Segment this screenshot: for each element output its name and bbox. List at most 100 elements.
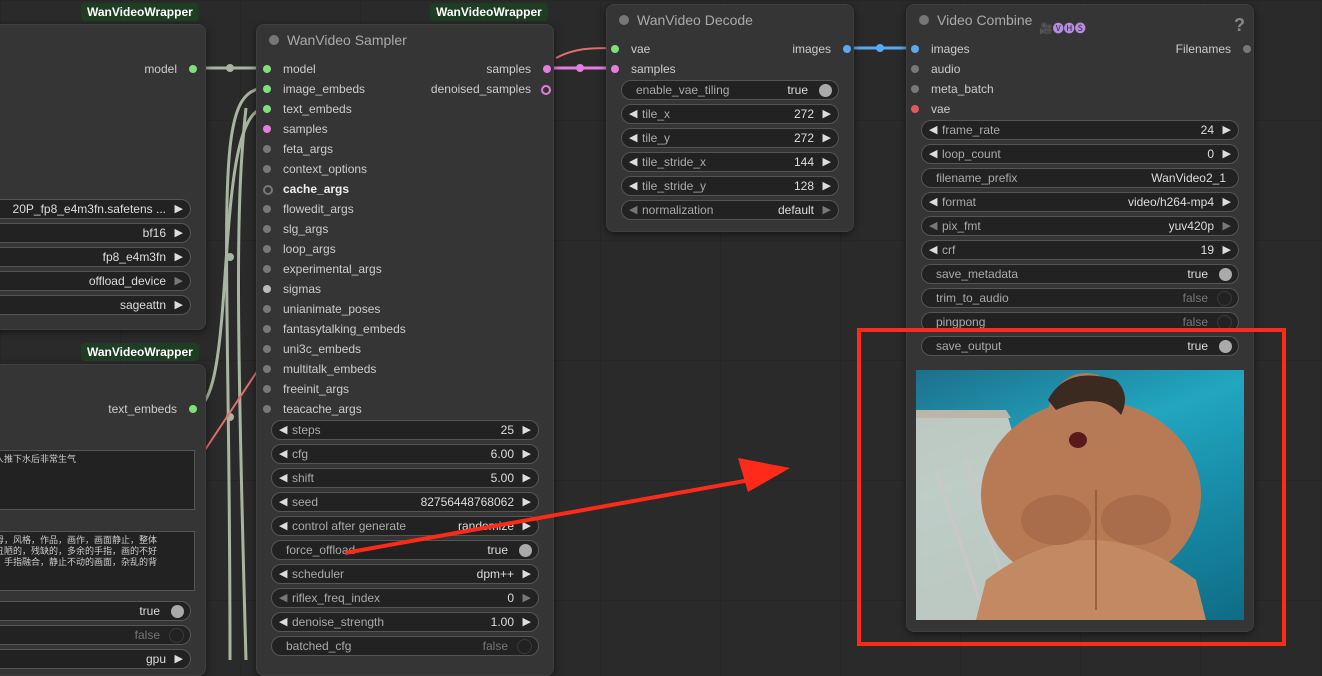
decode-tile-y[interactable]: ◀ ▶ tile_y 272 [621, 128, 839, 148]
combine-trim-to-audio[interactable]: trim_to_audio false [921, 288, 1239, 308]
sampler-riflex-freq-index[interactable]: ◀ ▶ riflex_freq_index 0 [271, 588, 539, 608]
sampler-cfg[interactable]: ◀ ▶ cfg 6.00 [271, 444, 539, 464]
arrow-left-icon[interactable]: ◀ [279, 421, 287, 439]
arrow-right-icon[interactable]: ▶ [523, 421, 531, 439]
input-pin[interactable] [263, 205, 271, 213]
arrow-right-icon[interactable]: ▶ [823, 201, 831, 219]
positive-prompt-textarea[interactable]: 被人推下水后非常生气 [0, 450, 195, 510]
output-pin[interactable] [543, 65, 551, 73]
input-pin[interactable] [263, 225, 271, 233]
device-select[interactable]: gpu ▶ [0, 649, 191, 669]
input-model[interactable]: model [263, 59, 316, 79]
input-pin[interactable] [263, 165, 271, 173]
use-disk-cache-toggle[interactable]: false [0, 625, 191, 645]
sampler-node[interactable]: WanVideo Sampler model image_embeds text_e… [256, 24, 554, 676]
combine-crf[interactable]: ◀ ▶ crf 19 [921, 240, 1239, 260]
input-pin[interactable] [911, 45, 919, 53]
model-loader-node[interactable]: model 20P_fp8_e4m3fn.safetens ... ▶ bf16… [0, 24, 206, 330]
input-feta-args[interactable]: feta_args [263, 139, 333, 159]
input-images[interactable]: images [911, 39, 970, 59]
decode-title-bar[interactable]: WanVideo Decode [607, 5, 853, 35]
input-meta-batch[interactable]: meta_batch [911, 79, 994, 99]
collapse-dot-icon[interactable] [619, 15, 629, 25]
attention-mode-select[interactable]: sageattn ▶ [0, 295, 191, 315]
input-pin[interactable] [263, 105, 271, 113]
input-unianimate-poses[interactable]: unianimate_poses [263, 299, 380, 319]
combine-filename-prefix[interactable]: filename_prefix WanVideo2_1 [921, 168, 1239, 188]
output-pin[interactable] [1243, 45, 1251, 53]
combine-pix-fmt[interactable]: ◀ ▶ pix_fmt yuv420p [921, 216, 1239, 236]
input-loop-args[interactable]: loop_args [263, 239, 336, 259]
toggle-knob[interactable] [1217, 291, 1232, 306]
output-filenames[interactable]: Filenames [1131, 39, 1251, 59]
arrow-right-icon[interactable]: ▶ [523, 565, 531, 583]
arrow-right-icon[interactable]: ▶ [823, 177, 831, 195]
sampler-shift[interactable]: ◀ ▶ shift 5.00 [271, 468, 539, 488]
input-pin[interactable] [911, 65, 919, 73]
input-audio[interactable]: audio [911, 59, 960, 79]
arrow-right-icon[interactable]: ▶ [175, 200, 183, 218]
arrow-left-icon[interactable]: ◀ [629, 153, 637, 171]
input-pin[interactable] [611, 65, 619, 73]
arrow-left-icon[interactable]: ◀ [279, 565, 287, 583]
sampler-seed[interactable]: ◀ ▶ seed 82756448768062 [271, 492, 539, 512]
arrow-right-icon[interactable]: ▶ [523, 589, 531, 607]
arrow-right-icon[interactable]: ▶ [1223, 145, 1231, 163]
arrow-left-icon[interactable]: ◀ [279, 445, 287, 463]
help-icon[interactable]: ? [1234, 10, 1245, 40]
input-fantasytalking-embeds[interactable]: fantasytalking_embeds [263, 319, 406, 339]
output-samples[interactable]: samples [411, 59, 551, 79]
arrow-right-icon[interactable]: ▶ [523, 493, 531, 511]
input-teacache-args[interactable]: teacache_args [263, 399, 362, 419]
arrow-right-icon[interactable]: ▶ [823, 153, 831, 171]
output-images[interactable]: images [731, 39, 851, 59]
arrow-right-icon[interactable]: ▶ [523, 613, 531, 631]
input-cache-args[interactable]: cache_args [263, 179, 349, 199]
input-pin[interactable] [263, 265, 271, 273]
arrow-right-icon[interactable]: ▶ [175, 296, 183, 314]
input-pin[interactable] [911, 85, 919, 93]
decode-tile-x[interactable]: ◀ ▶ tile_x 272 [621, 104, 839, 124]
decode-tile-stride-y[interactable]: ◀ ▶ tile_stride_y 128 [621, 176, 839, 196]
arrow-left-icon[interactable]: ◀ [279, 493, 287, 511]
output-model[interactable]: model [57, 59, 197, 79]
input-vae[interactable]: vae [911, 99, 950, 119]
sampler-denoise-strength[interactable]: ◀ ▶ denoise_strength 1.00 [271, 612, 539, 632]
arrow-left-icon[interactable]: ◀ [629, 201, 637, 219]
input-pin[interactable] [263, 245, 271, 253]
input-pin[interactable] [263, 325, 271, 333]
collapse-dot-icon[interactable] [919, 15, 929, 25]
input-pin[interactable] [263, 85, 271, 93]
input-image-embeds[interactable]: image_embeds [263, 79, 365, 99]
arrow-left-icon[interactable]: ◀ [279, 589, 287, 607]
model-name-select[interactable]: 20P_fp8_e4m3fn.safetens ... ▶ [0, 199, 191, 219]
combine-save-metadata[interactable]: save_metadata true [921, 264, 1239, 284]
combine-frame-rate[interactable]: ◀ ▶ frame_rate 24 [921, 120, 1239, 140]
input-experimental-args[interactable]: experimental_args [263, 259, 382, 279]
toggle-knob[interactable] [1219, 268, 1232, 281]
input-text-embeds[interactable]: text_embeds [263, 99, 352, 119]
input-samples[interactable]: samples [611, 59, 676, 79]
input-samples[interactable]: samples [263, 119, 328, 139]
collapse-dot-icon[interactable] [269, 35, 279, 45]
arrow-right-icon[interactable]: ▶ [175, 272, 183, 290]
input-freeinit-args[interactable]: freeinit_args [263, 379, 349, 399]
arrow-left-icon[interactable]: ◀ [929, 217, 937, 235]
arrow-left-icon[interactable]: ◀ [279, 517, 287, 535]
sampler-control-after-generate[interactable]: ◀ ▶ control after generate randomize [271, 516, 539, 536]
arrow-right-icon[interactable]: ▶ [523, 469, 531, 487]
input-pin[interactable] [263, 185, 273, 195]
arrow-left-icon[interactable]: ◀ [279, 469, 287, 487]
decode-enable-vae-tiling[interactable]: enable_vae_tiling true [621, 80, 839, 100]
arrow-right-icon[interactable]: ▶ [823, 105, 831, 123]
input-pin[interactable] [263, 145, 271, 153]
arrow-right-icon[interactable]: ▶ [1223, 121, 1231, 139]
negative-prompt-textarea[interactable]: 字母，风格，作品，画作，画面静止，整体 ，丑陋的，残缺的，多余的手指，画的不好 … [0, 531, 195, 591]
decode-node[interactable]: WanVideo Decode vae samples images enabl… [606, 4, 854, 232]
arrow-left-icon[interactable]: ◀ [629, 105, 637, 123]
input-pin[interactable] [263, 365, 271, 373]
arrow-right-icon[interactable]: ▶ [175, 248, 183, 266]
input-pin[interactable] [911, 105, 919, 113]
arrow-left-icon[interactable]: ◀ [929, 241, 937, 259]
arrow-left-icon[interactable]: ◀ [279, 613, 287, 631]
